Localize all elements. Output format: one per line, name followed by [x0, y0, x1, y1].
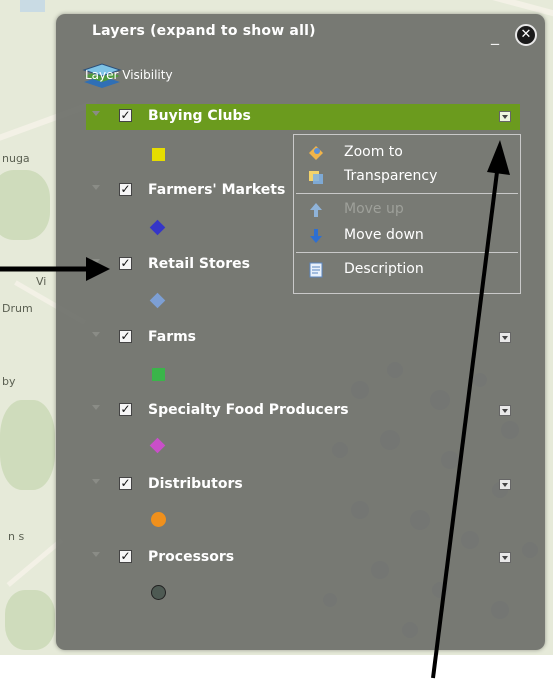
map-label: n s — [8, 530, 25, 543]
menu-item-zoom-to[interactable]: Zoom to — [308, 142, 518, 164]
expand-arrow-icon[interactable] — [92, 405, 100, 410]
green-square-icon — [152, 368, 165, 381]
legend-swatch-buying-clubs — [152, 148, 165, 161]
menu-separator — [296, 193, 518, 194]
layer-label: Buying Clubs — [148, 108, 251, 124]
legend-swatch-specialty-food-producers — [149, 437, 166, 454]
menu-item-label: Description — [344, 261, 424, 277]
layer-label: Retail Stores — [148, 256, 251, 272]
layer-visibility-checkbox[interactable]: ✓ — [119, 109, 132, 122]
map-road — [6, 538, 64, 587]
layer-context-menu: Zoom to Transparency Move up Move down D… — [293, 134, 521, 294]
expand-arrow-icon[interactable] — [92, 185, 100, 190]
map-water — [20, 0, 45, 12]
expand-arrow-icon[interactable] — [92, 332, 100, 337]
layer-label: Distributors — [148, 476, 243, 492]
layer-menu-button[interactable] — [499, 332, 511, 343]
layer-menu-button[interactable] — [499, 111, 511, 122]
arrow-down-icon — [310, 229, 322, 243]
zoom-icon — [309, 146, 323, 160]
layer-row-distributors[interactable]: ✓ Distributors — [86, 472, 520, 498]
layer-row-farms[interactable]: ✓ Farms — [86, 325, 520, 351]
menu-item-move-down[interactable]: Move down — [308, 225, 518, 247]
layer-label: Processors — [148, 549, 235, 565]
document-icon — [309, 262, 323, 278]
map-label: nuga — [2, 152, 30, 165]
menu-item-label: Transparency — [344, 168, 438, 184]
expand-arrow-icon[interactable] — [92, 259, 100, 264]
panel-title: Layers (expand to show all) — [92, 23, 316, 39]
legend-swatch-farmers-markets — [149, 219, 166, 236]
magenta-diamond-icon — [149, 437, 166, 454]
layer-menu-button[interactable] — [499, 405, 511, 416]
map-label: Drum — [2, 302, 33, 315]
layer-visibility-checkbox[interactable]: ✓ — [119, 550, 132, 563]
menu-item-label: Move up — [344, 201, 404, 217]
map-park — [5, 590, 55, 650]
layer-row-processors[interactable]: ✓ Processors — [86, 545, 520, 571]
expand-arrow-icon[interactable] — [92, 479, 100, 484]
menu-separator — [296, 252, 518, 253]
blue-diamond-icon — [149, 219, 166, 236]
layer-visibility-checkbox[interactable]: ✓ — [119, 403, 132, 416]
light-blue-diamond-icon — [149, 292, 166, 309]
menu-item-label: Move down — [344, 227, 424, 243]
expand-arrow-icon[interactable] — [92, 111, 100, 116]
legend-swatch-farms — [152, 368, 165, 381]
layer-visibility-heading: Layer Visibility — [85, 68, 173, 82]
map-park — [0, 400, 55, 490]
menu-item-description[interactable]: Description — [308, 259, 518, 281]
menu-item-transparency[interactable]: Transparency — [308, 166, 518, 188]
map-label: Vi — [36, 275, 47, 288]
expand-arrow-icon[interactable] — [92, 552, 100, 557]
menu-item-label: Zoom to — [344, 144, 403, 160]
layer-label: Farmers' Markets — [148, 182, 286, 198]
layer-visibility-checkbox[interactable]: ✓ — [119, 183, 132, 196]
orange-circle-icon — [151, 512, 166, 527]
dark-gray-circle-icon — [151, 585, 166, 600]
arrow-up-icon — [310, 203, 322, 217]
layer-menu-button[interactable] — [499, 552, 511, 563]
layer-visibility-checkbox[interactable]: ✓ — [119, 257, 132, 270]
layer-row-buying-clubs[interactable]: ✓ Buying Clubs — [86, 104, 520, 130]
close-button[interactable]: ✕ — [515, 24, 537, 46]
yellow-square-icon — [152, 148, 165, 161]
transparency-icon — [309, 171, 323, 184]
layer-label: Specialty Food Producers — [148, 402, 349, 418]
menu-item-move-up[interactable]: Move up — [308, 199, 518, 221]
layer-visibility-checkbox[interactable]: ✓ — [119, 330, 132, 343]
map-label: by — [2, 375, 16, 388]
layer-row-specialty-food-producers[interactable]: ✓ Specialty Food Producers — [86, 398, 520, 424]
legend-swatch-retail-stores — [149, 292, 166, 309]
layer-visibility-checkbox[interactable]: ✓ — [119, 477, 132, 490]
legend-swatch-distributors — [151, 512, 166, 527]
layers-panel: Layers (expand to show all) _ ✕ Layer Vi… — [56, 14, 545, 650]
map-park — [0, 170, 50, 240]
layer-menu-button[interactable] — [499, 479, 511, 490]
minimize-button[interactable]: _ — [488, 28, 502, 44]
legend-swatch-processors — [151, 585, 166, 600]
layer-label: Farms — [148, 329, 197, 345]
